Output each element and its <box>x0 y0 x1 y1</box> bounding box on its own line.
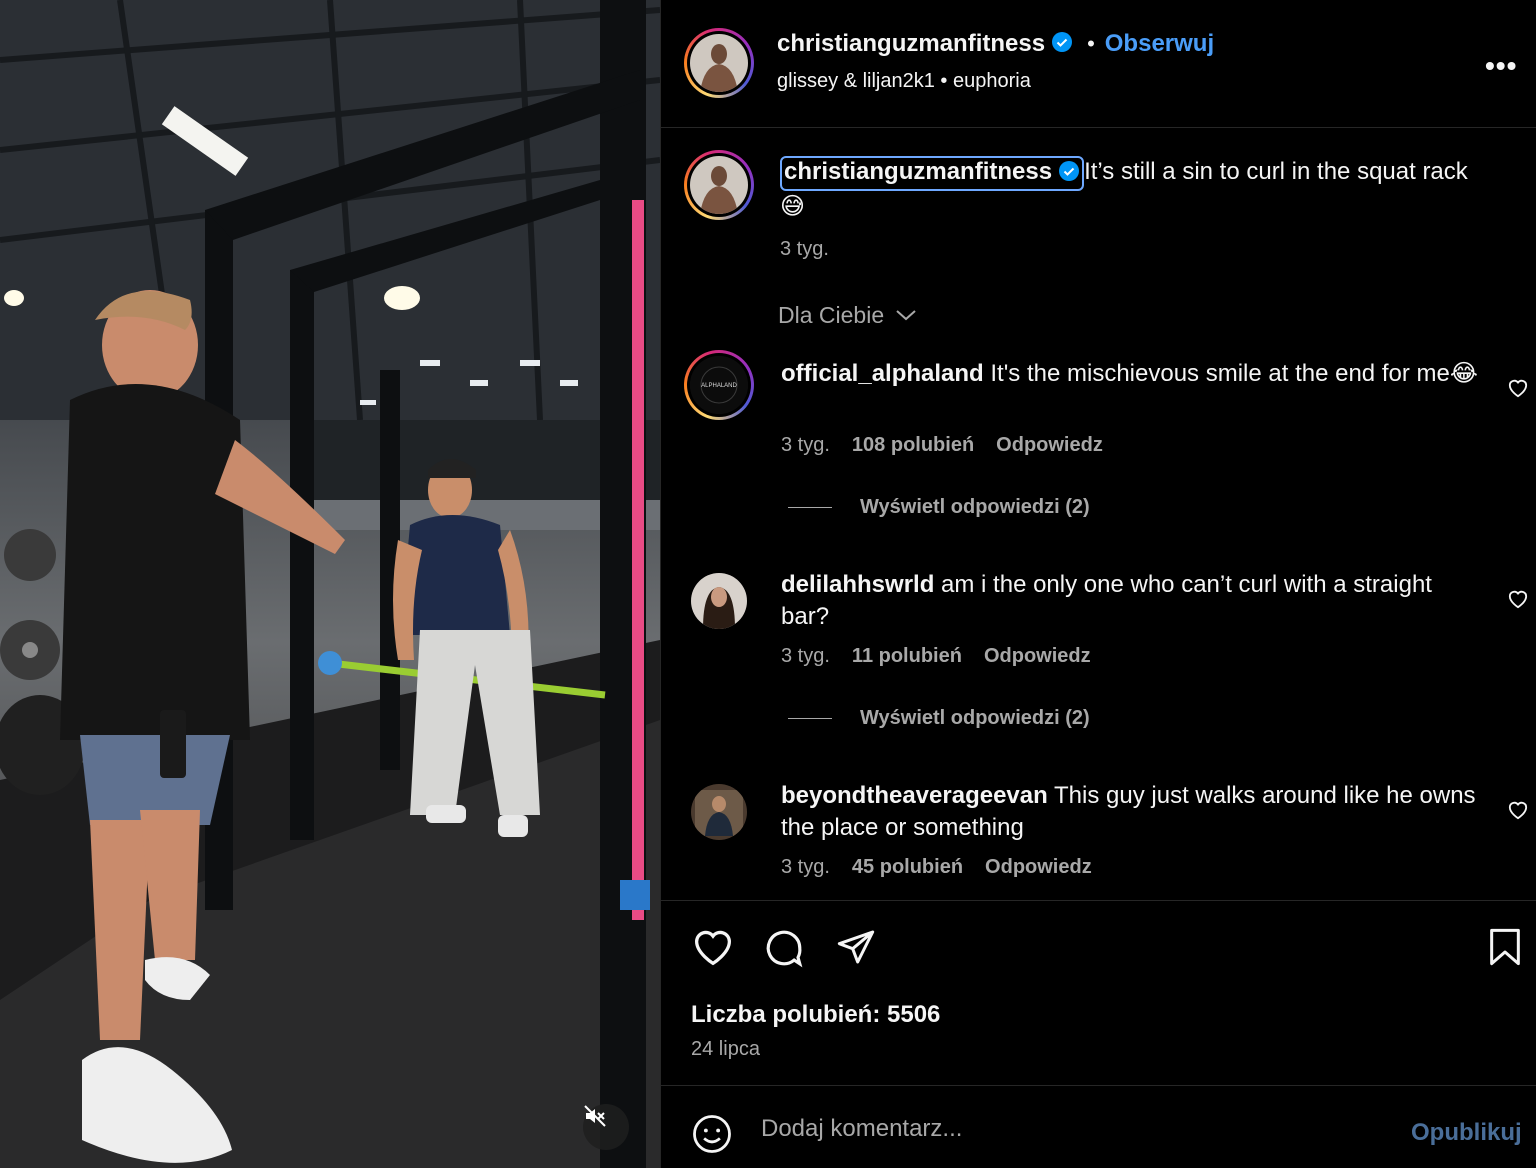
comment-like-button[interactable] <box>1507 378 1529 403</box>
share-button[interactable] <box>835 927 877 972</box>
caption-time: 3 tyg. <box>780 238 829 260</box>
comment-text: It's the mischievous smile at the end fo… <box>990 360 1478 387</box>
verified-badge-icon <box>1051 31 1073 58</box>
emoji-picker-button[interactable] <box>691 1113 733 1160</box>
view-replies-label: Wyświetl odpowiedzi (2) <box>860 496 1090 518</box>
separator-dot: • <box>940 70 953 92</box>
author-photo <box>690 156 748 214</box>
chevron-down-icon <box>895 310 916 321</box>
verified-badge-icon <box>1058 160 1080 189</box>
audio-info[interactable]: glissey & liljan2k1 • euphoria <box>777 70 1031 93</box>
follow-button[interactable]: Obserwuj <box>1105 30 1214 58</box>
caption-author-avatar[interactable] <box>684 150 754 220</box>
comment-bubble-icon <box>766 930 803 968</box>
author-avatar[interactable] <box>684 28 754 98</box>
comments-sort-label: Dla Ciebie <box>778 302 885 328</box>
more-options-icon[interactable]: ••• <box>1485 50 1517 82</box>
view-replies-label: Wyświetl odpowiedzi (2) <box>860 707 1090 729</box>
commenter-username[interactable]: official_alphaland <box>781 360 984 387</box>
comment-likes[interactable]: 11 polubień <box>852 645 962 668</box>
commenter-avatar[interactable] <box>691 573 747 629</box>
view-replies-button[interactable]: Wyświetl odpowiedzi (2) <box>788 496 1090 519</box>
comment-input[interactable] <box>761 1111 1381 1147</box>
reply-button[interactable]: Odpowiedz <box>984 645 1091 668</box>
author-photo <box>690 34 748 92</box>
post-header: christianguzmanfitness • Obserwuj glisse… <box>661 0 1536 128</box>
comment-like-button[interactable] <box>1507 800 1529 825</box>
divider-line <box>788 718 832 719</box>
heart-icon <box>694 930 732 966</box>
separator-dot: • <box>1087 31 1095 56</box>
post-details-panel: christianguzmanfitness • Obserwuj glisse… <box>660 0 1536 1168</box>
caption-author-link[interactable]: christianguzmanfitness <box>780 156 1085 191</box>
commenter-photo <box>691 784 747 840</box>
commenter-avatar[interactable]: ALPHALAND <box>684 350 754 420</box>
commenter-avatar[interactable] <box>691 784 747 840</box>
post-date: 24 lipca <box>691 1038 760 1060</box>
like-button[interactable] <box>691 927 735 972</box>
post-video[interactable] <box>0 0 660 1168</box>
alphaland-logo: ALPHALAND <box>690 356 748 414</box>
post-comment-button[interactable]: Opublikuj <box>1411 1119 1522 1147</box>
commenter-username[interactable]: delilahhswrld <box>781 571 934 598</box>
comment-time[interactable]: 3 tyg. <box>781 856 830 879</box>
comment-likes[interactable]: 108 polubień <box>852 434 974 457</box>
author-username[interactable]: christianguzmanfitness <box>777 30 1045 58</box>
save-button[interactable] <box>1487 927 1523 972</box>
comment-button[interactable] <box>763 927 805 974</box>
reply-button[interactable]: Odpowiedz <box>996 434 1103 457</box>
commenter-photo <box>691 573 747 629</box>
smiley-face-icon <box>693 1115 731 1153</box>
add-comment-bar: Opublikuj <box>661 1087 1536 1168</box>
comment-likes[interactable]: 45 polubień <box>852 856 963 879</box>
audio-artist: glissey & liljan2k1 <box>777 70 935 92</box>
comments-sort-dropdown[interactable]: Dla Ciebie <box>778 302 917 329</box>
comment-time[interactable]: 3 tyg. <box>781 645 830 668</box>
comment-like-button[interactable] <box>1507 589 1529 614</box>
svg-text:ALPHALAND: ALPHALAND <box>701 383 737 389</box>
commenter-username[interactable]: beyondtheaverageevan <box>781 782 1048 809</box>
audio-title: euphoria <box>952 70 1031 92</box>
bookmark-icon <box>1490 928 1520 966</box>
reply-button[interactable]: Odpowiedz <box>985 856 1092 879</box>
divider-line <box>788 507 832 508</box>
mute-toggle-button[interactable] <box>583 1104 629 1150</box>
likes-count[interactable]: Liczba polubień: 5506 <box>691 1001 940 1029</box>
muted-speaker-icon <box>584 1105 606 1127</box>
gym-scene-image <box>0 0 660 1168</box>
heart-outline-icon <box>1508 801 1528 820</box>
comment-time[interactable]: 3 tyg. <box>781 434 830 457</box>
heart-outline-icon <box>1508 379 1528 398</box>
view-replies-button[interactable]: Wyświetl odpowiedzi (2) <box>788 707 1090 730</box>
post-actions: Liczba polubień: 5506 24 lipca <box>661 900 1536 1086</box>
paper-plane-icon <box>837 930 875 964</box>
heart-outline-icon <box>1508 590 1528 609</box>
